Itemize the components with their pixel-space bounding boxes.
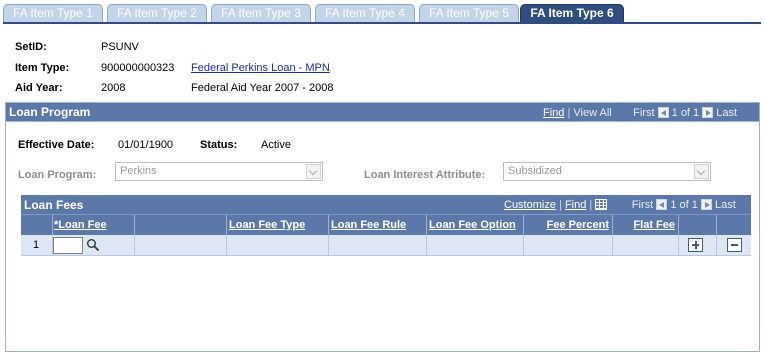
table-row: 1: [21, 235, 751, 256]
tab-fa-item-type-6[interactable]: FA Item Type 6: [520, 4, 624, 24]
row-number: 1: [33, 239, 40, 251]
loan-program-label: Loan Program:: [18, 169, 97, 181]
cell-flat-fee: [612, 235, 678, 256]
tab-fa-item-type-4[interactable]: FA Item Type 4: [315, 4, 415, 23]
col-fee-percent[interactable]: Fee Percent: [523, 215, 612, 236]
status-value: Active: [261, 139, 291, 151]
item-type-link[interactable]: Federal Perkins Loan - MPN: [191, 62, 330, 74]
search-icon[interactable]: [86, 238, 100, 252]
loan-program-select[interactable]: Perkins: [115, 162, 323, 181]
loan-program-header: Loan Program Find | View All First 1 of …: [6, 103, 759, 122]
loan-fees-column-headers: *Loan Fee Loan Fee Type Loan Fee Rule Lo…: [21, 214, 751, 236]
loan-fees-last-label: Last: [714, 199, 736, 211]
loan-fees-nav: Customize | Find | First 1 of 1 Last: [504, 199, 736, 211]
chevron-down-icon[interactable]: [306, 164, 321, 179]
cell-blank: [134, 235, 226, 256]
loan-program-first-label: First: [633, 107, 655, 119]
add-row-icon[interactable]: [688, 238, 703, 252]
loan-interest-select-value: Subsidized: [508, 165, 562, 177]
loan-fees-find-link[interactable]: Find: [565, 199, 586, 211]
tab-fa-item-type-2[interactable]: FA Item Type 2: [107, 4, 207, 23]
loan-program-select-value: Perkins: [120, 165, 157, 177]
loan-program-nav: Find | View All First 1 of 1 Last: [543, 107, 737, 119]
last-arrow-icon[interactable]: [700, 199, 712, 210]
chevron-down-icon[interactable]: [694, 164, 709, 179]
loan-fees-title: Loan Fees: [24, 198, 84, 212]
cell-loan-fee-type: [226, 235, 328, 256]
col-add: [678, 215, 716, 236]
cell-loan-fee-rule: [328, 235, 426, 256]
loan-program-find-link[interactable]: Find: [543, 107, 564, 119]
item-type-value: 900000000323: [101, 62, 175, 74]
first-arrow-icon[interactable]: [657, 107, 669, 118]
nav-separator: |: [559, 199, 562, 211]
grid-download-icon[interactable]: [595, 199, 608, 210]
delete-row-icon[interactable]: [727, 238, 742, 252]
aid-year-description: Federal Aid Year 2007 - 2008: [191, 82, 334, 94]
nav-separator: |: [567, 107, 571, 119]
col-blank: [134, 215, 226, 236]
aid-year-value: 2008: [101, 82, 126, 94]
nav-separator: |: [589, 199, 593, 211]
effective-date-label: Effective Date:: [18, 139, 95, 151]
last-arrow-icon[interactable]: [702, 107, 714, 118]
loan-program-title: Loan Program: [9, 105, 91, 119]
col-loan-fee-type[interactable]: Loan Fee Type: [226, 215, 328, 236]
col-loan-fee-rule[interactable]: Loan Fee Rule: [328, 215, 426, 236]
loan-fees-grid: Loan Fees Customize | Find | First 1 of …: [21, 195, 751, 265]
aid-year-label: Aid Year:: [15, 82, 63, 94]
loan-program-view-all[interactable]: View All: [573, 107, 611, 119]
cell-fee-percent: [523, 235, 612, 256]
effective-date-value: 01/01/1900: [118, 139, 174, 151]
setid-value: PSUNV: [101, 41, 139, 53]
col-delete: [716, 215, 751, 236]
col-loan-fee-option[interactable]: Loan Fee Option: [426, 215, 523, 236]
tab-fa-item-type-3[interactable]: FA Item Type 3: [211, 4, 311, 23]
loan-program-last-label: Last: [716, 107, 738, 119]
loan-fee-input[interactable]: [53, 237, 83, 254]
col-flat-fee[interactable]: Flat Fee: [612, 215, 678, 236]
loan-program-count: 1 of 1: [671, 107, 700, 119]
loan-interest-attribute-label: Loan Interest Attribute:: [364, 169, 486, 181]
item-type-label: Item Type:: [15, 62, 70, 74]
customize-link[interactable]: Customize: [504, 199, 556, 211]
loan-fees-first-label: First: [631, 199, 654, 211]
tab-underline: [3, 22, 761, 24]
loan-fees-count: 1 of 1: [670, 199, 698, 211]
loan-program-section: Loan Program Find | View All First 1 of …: [5, 102, 760, 352]
loan-fees-header: Loan Fees Customize | Find | First 1 of …: [21, 195, 751, 214]
first-arrow-icon[interactable]: [656, 199, 668, 210]
loan-interest-attribute-select[interactable]: Subsidized: [503, 162, 711, 181]
tab-fa-item-type-1[interactable]: FA Item Type 1: [3, 4, 103, 23]
col-loan-fee[interactable]: *Loan Fee: [52, 215, 134, 236]
status-label: Status:: [200, 139, 238, 151]
setid-label: SetID:: [15, 41, 47, 53]
tab-fa-item-type-5[interactable]: FA Item Type 5: [419, 4, 519, 23]
cell-loan-fee-option: [426, 235, 523, 256]
